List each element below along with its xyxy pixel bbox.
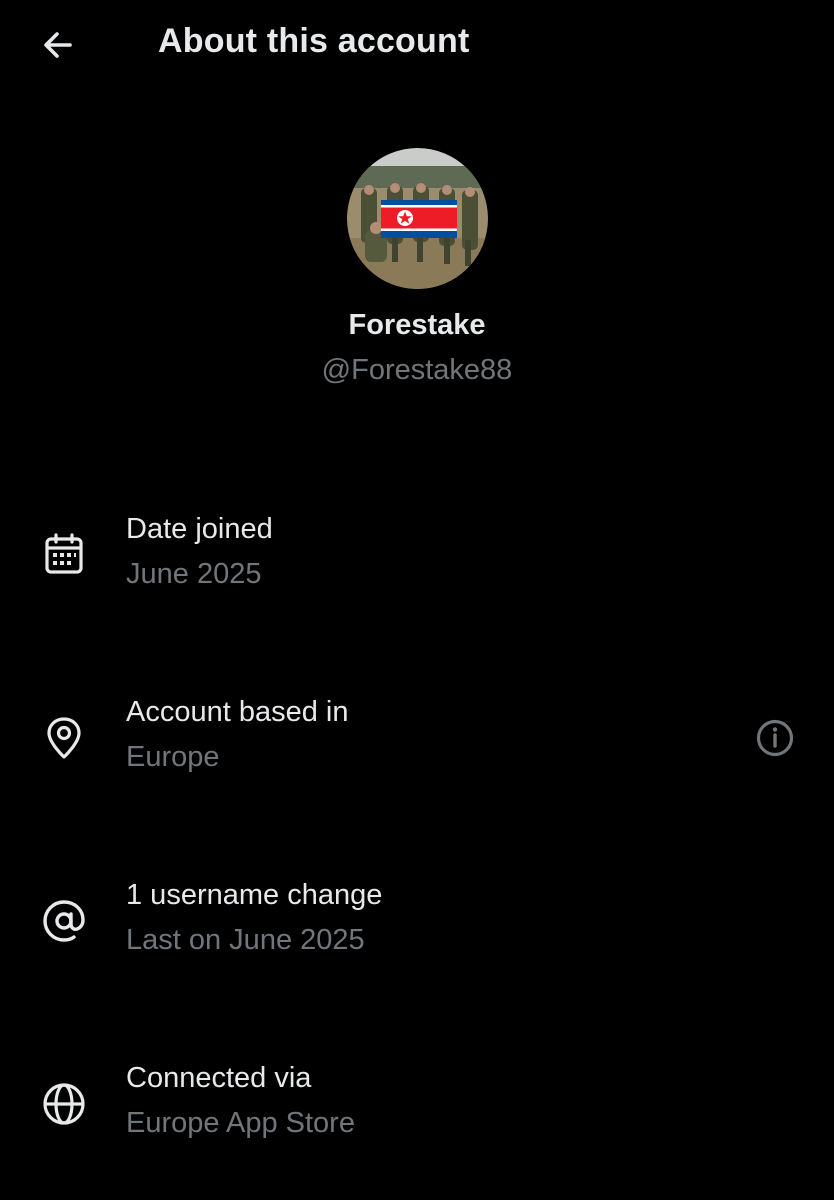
info-icon xyxy=(756,719,794,757)
calendar-icon xyxy=(38,529,90,581)
globe-icon xyxy=(38,1078,90,1130)
info-row-username-change: 1 username change Last on June 2025 xyxy=(0,871,834,981)
info-row-account-based-in: Account based in Europe xyxy=(0,688,834,798)
flag xyxy=(381,200,457,238)
row-title: Date joined xyxy=(126,513,273,545)
location-pin-icon xyxy=(38,712,90,764)
info-row-connected-via: Connected via Europe App Store xyxy=(0,1054,834,1164)
back-button[interactable] xyxy=(30,20,86,70)
row-subtitle: Europe App Store xyxy=(126,1107,355,1139)
row-title: Connected via xyxy=(126,1062,312,1094)
top-bar: About this account xyxy=(0,0,834,90)
arrow-left-icon xyxy=(44,32,72,58)
row-subtitle: Last on June 2025 xyxy=(126,924,365,956)
row-title: 1 username change xyxy=(126,879,383,911)
at-sign-icon xyxy=(38,895,90,947)
profile-photo xyxy=(347,148,488,289)
page-title: About this account xyxy=(158,22,470,60)
display-name: Forestake xyxy=(348,309,486,341)
avatar[interactable] xyxy=(347,148,488,289)
info-row-date-joined: Date joined June 2025 xyxy=(0,505,834,615)
row-subtitle: Europe xyxy=(126,741,220,773)
row-title: Account based in xyxy=(126,696,349,728)
info-button[interactable] xyxy=(750,713,800,763)
handle: @Forestake88 xyxy=(321,354,513,386)
row-subtitle: June 2025 xyxy=(126,558,262,590)
